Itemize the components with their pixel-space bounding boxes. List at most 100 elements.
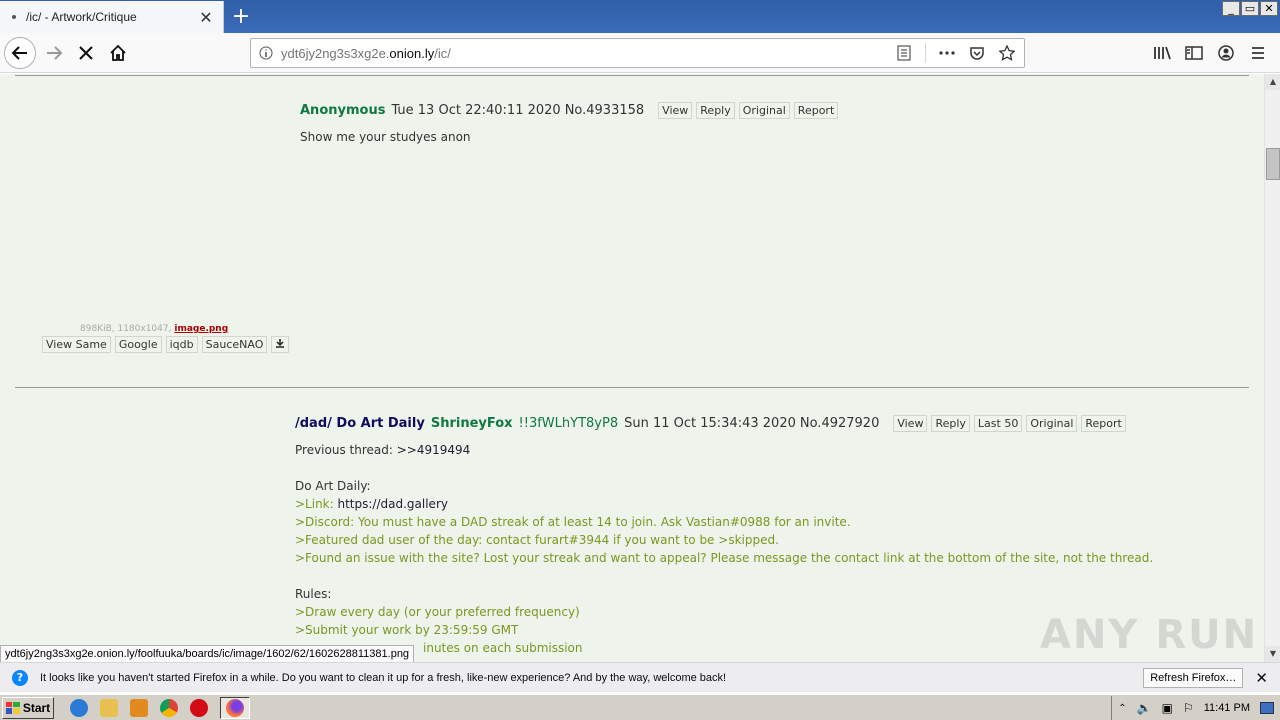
opera-icon[interactable] — [190, 698, 208, 717]
firefox-taskbar-button[interactable] — [220, 696, 250, 719]
window-controls: _ ▭ ✕ — [1222, 1, 1278, 16]
tab-close-icon[interactable]: ✕ — [195, 6, 217, 28]
reader-view-icon[interactable] — [891, 40, 917, 66]
navigation-toolbar: ydt6jy2ng3s3xg2e.onion.ly/ic/ — [0, 33, 1280, 73]
network-icon[interactable]: ▣ — [1162, 701, 1173, 715]
watermark: ANY RUN — [1040, 612, 1259, 658]
status-link: ydt6jy2ng3s3xg2e.onion.ly/foolfuuka/boar… — [0, 645, 415, 663]
browser-tab[interactable]: /ic/ - Artwork/Critique ✕ — [0, 1, 224, 33]
library-icon[interactable] — [1148, 37, 1176, 69]
internet-explorer-icon[interactable] — [70, 698, 88, 717]
clock: 11:41 PM — [1203, 702, 1250, 714]
menu-icon[interactable] — [1244, 37, 1272, 69]
refresh-firefox-button[interactable]: Refresh Firefox… — [1143, 667, 1244, 688]
chrome-icon[interactable] — [160, 698, 178, 717]
post-date: Tue 13 Oct 22:40:11 2020 — [391, 103, 561, 118]
report-button[interactable]: Report — [793, 102, 839, 119]
maximize-button[interactable]: ▭ — [1241, 1, 1259, 16]
url-text[interactable]: ydt6jy2ng3s3xg2e.onion.ly/ic/ — [281, 46, 891, 61]
post-number[interactable]: No.4927920 — [800, 416, 879, 431]
site-info-icon[interactable] — [251, 46, 281, 60]
poster-name: ShrineyFox — [430, 416, 513, 431]
file-link[interactable]: image.png — [174, 324, 228, 334]
rules-header: Rules: — [295, 587, 332, 601]
discord-line: >Discord: You must have a DAD streak of … — [295, 515, 851, 529]
title-bar: /ic/ - Artwork/Critique ✕ + _ ▭ ✕ — [0, 0, 1280, 33]
view-same-button[interactable]: View Same — [42, 336, 111, 353]
windows-logo-icon — [5, 701, 20, 714]
dad-gallery-link[interactable]: https://dad.gallery — [338, 497, 448, 511]
divider — [15, 75, 1249, 76]
minimize-button[interactable]: _ — [1222, 1, 1240, 16]
view-button[interactable]: View — [658, 102, 693, 119]
show-desktop-icon[interactable] — [1260, 702, 1274, 714]
pocket-icon[interactable] — [964, 40, 990, 66]
file-meta: 898KiB, 1180x1047, — [80, 324, 172, 334]
question-icon: ? — [12, 669, 28, 686]
forward-button[interactable] — [38, 37, 70, 69]
google-button[interactable]: Google — [114, 336, 162, 353]
reply-button[interactable]: Reply — [696, 102, 735, 119]
url-subdomain: ydt6jy2ng3s3xg2e. — [281, 45, 390, 61]
close-notification-icon[interactable]: ✕ — [1255, 669, 1268, 687]
tab-loading-icon — [12, 15, 16, 19]
sidebar-icon[interactable] — [1180, 37, 1208, 69]
url-bar[interactable]: ydt6jy2ng3s3xg2e.onion.ly/ic/ — [250, 38, 1025, 68]
stop-button[interactable] — [70, 37, 102, 69]
reply-button[interactable]: Reply — [931, 415, 970, 432]
url-separator — [925, 43, 926, 63]
page-actions-icon[interactable] — [934, 40, 960, 66]
previous-thread-line: Previous thread: >>4919494 — [295, 441, 470, 459]
notification-message: It looks like you haven't started Firefo… — [40, 671, 727, 684]
image-search-buttons: View Same Google iqdb SauceNAO — [42, 336, 290, 353]
iqdb-button[interactable]: iqdb — [165, 336, 198, 353]
report-button[interactable]: Report — [1081, 415, 1126, 432]
scroll-down-icon[interactable]: ▼ — [1265, 646, 1280, 662]
bookmark-star-icon[interactable] — [994, 40, 1020, 66]
start-button[interactable]: Start — [2, 696, 54, 719]
scroll-thumb[interactable] — [1266, 148, 1280, 180]
account-icon[interactable] — [1212, 37, 1240, 69]
previous-thread-link[interactable]: >>4919494 — [397, 443, 471, 457]
page-scrollbar[interactable]: ▲ ▼ — [1264, 74, 1280, 662]
previous-thread-label: Previous thread: — [295, 443, 397, 457]
view-button[interactable]: View — [893, 415, 928, 432]
saucenao-button[interactable]: SauceNAO — [201, 336, 268, 353]
original-button[interactable]: Original — [1026, 415, 1078, 432]
tray-arrow-icon[interactable]: ⌃ — [1118, 703, 1126, 714]
url-path: /ic/ — [434, 45, 451, 61]
poster-name: Anonymous — [300, 103, 386, 118]
thread-header: /dad/ Do Art Daily ShrineyFox !!3fWLhYT8… — [295, 415, 1126, 432]
post-comment: Show me your studyes anon — [300, 130, 471, 144]
volume-icon[interactable]: 🔈 — [1137, 701, 1152, 715]
back-arrow-icon — [11, 46, 27, 60]
new-tab-button[interactable]: + — [228, 3, 254, 29]
post-number[interactable]: No.4933158 — [565, 103, 644, 118]
start-label: Start — [22, 700, 51, 715]
rule-line: >Submit your work by 23:59:59 GMT — [295, 623, 519, 637]
flag-icon[interactable]: ⚐ — [1183, 701, 1194, 715]
dad-header: Do Art Daily: — [295, 479, 371, 493]
rule-line: >Draw every day (or your preferred frequ… — [295, 605, 580, 619]
download-icon[interactable] — [271, 336, 290, 353]
taskbar: Start ⌃ 🔈 ▣ ⚐ 11:41 PM — [0, 694, 1280, 720]
post-header: Anonymous Tue 13 Oct 22:40:11 2020 No.49… — [300, 102, 839, 119]
close-window-button[interactable]: ✕ — [1260, 1, 1278, 16]
url-domain: onion.ly — [389, 45, 435, 61]
scroll-up-icon[interactable]: ▲ — [1265, 74, 1280, 90]
home-button[interactable] — [102, 37, 134, 69]
page-content: Anonymous Tue 13 Oct 22:40:11 2020 No.49… — [0, 74, 1264, 662]
folder-icon[interactable] — [100, 698, 118, 717]
back-button[interactable] — [4, 37, 36, 69]
poster-tripcode: !!3fWLhYT8yP8 — [518, 416, 619, 431]
rule-line-partial: inutes on each submission — [423, 641, 583, 655]
last-50-button[interactable]: Last 50 — [973, 415, 1023, 432]
home-icon — [110, 44, 126, 61]
found-issue-line: >Found an issue with the site? Lost your… — [295, 551, 1154, 565]
thread-subject: /dad/ Do Art Daily — [295, 416, 425, 431]
notification-bar: ? It looks like you haven't started Fire… — [0, 662, 1280, 692]
media-player-icon[interactable] — [130, 698, 148, 717]
original-button[interactable]: Original — [738, 102, 790, 119]
link-label: >Link: — [295, 497, 338, 511]
system-tray: ⌃ 🔈 ▣ ⚐ 11:41 PM — [1111, 696, 1280, 720]
